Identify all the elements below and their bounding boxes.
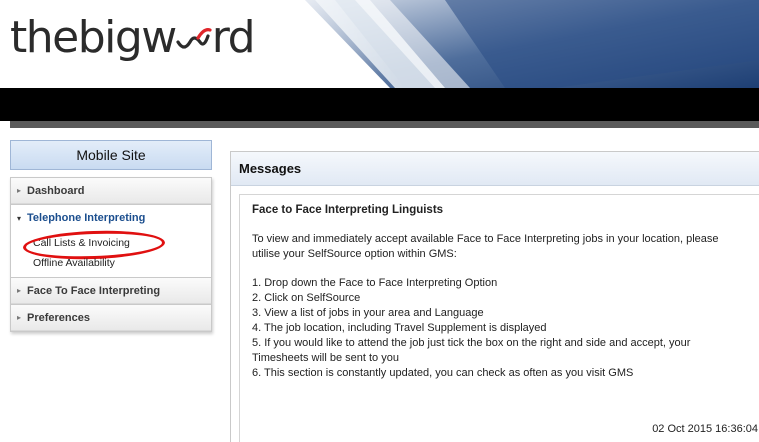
messages-panel: Messages Face to Face Interpreting Lingu… [230, 151, 759, 442]
mobile-site-label: Mobile Site [76, 147, 146, 163]
header-black-bar [0, 88, 759, 121]
logo-swoosh-icon [176, 28, 212, 49]
chevron-right-icon: ▸ [17, 186, 22, 195]
menu-header-dashboard[interactable]: ▸ Dashboard [11, 178, 211, 204]
menu-header-label: Preferences [27, 311, 90, 324]
menu-header-label: Dashboard [27, 184, 85, 197]
menu-header-label: Face To Face Interpreting [27, 284, 161, 297]
chevron-right-icon: ▸ [17, 286, 22, 295]
chevron-down-icon: ▾ [17, 213, 22, 223]
message-title: Face to Face Interpreting Linguists [252, 204, 444, 216]
message-step: 5. If you would like to attend the job j… [252, 337, 691, 349]
messages-panel-title: Messages [239, 161, 302, 176]
logo-text-suffix: rd [211, 12, 256, 63]
menu-item-offline-availability[interactable]: Offline Availability [11, 253, 211, 273]
message-step: 2. Click on SelfSource [252, 292, 361, 304]
mobile-site-button[interactable]: Mobile Site [10, 140, 212, 170]
menu-section-dashboard: ▸ Dashboard [11, 178, 211, 205]
message-date: 02 Oct 2015 16:36:04 [652, 423, 758, 435]
message-body: Face to Face Interpreting Linguists To v… [239, 194, 759, 442]
message-step: 6. This section is constantly updated, y… [252, 367, 634, 379]
message-steps: 1. Drop down the Face to Face Interpreti… [252, 276, 759, 381]
menu-item-label: Call Lists & Invoicing [33, 237, 130, 249]
message-intro: To view and immediately accept available… [252, 232, 759, 262]
sidebar-menu: ▸ Dashboard ▾ Telephone Interpreting Cal… [10, 177, 212, 332]
message-step: 4. The job location, including Travel Su… [252, 322, 547, 334]
message-intro-line: utilise your SelfSource option within GM… [252, 248, 457, 260]
menu-header-telephone-interpreting[interactable]: ▾ Telephone Interpreting [11, 205, 211, 231]
header-grey-bar [10, 121, 759, 128]
message-step: 3. View a list of jobs in your area and … [252, 307, 484, 319]
menu-header-label: Telephone Interpreting [27, 212, 146, 224]
menu-items-telephone: Call Lists & Invoicing Offline Availabil… [11, 231, 211, 277]
menu-item-label: Offline Availability [33, 257, 115, 269]
message-intro-line: To view and immediately accept available… [252, 233, 719, 245]
menu-section-preferences: ▸ Preferences [11, 305, 211, 331]
menu-header-preferences[interactable]: ▸ Preferences [11, 305, 211, 331]
menu-section-telephone-interpreting: ▾ Telephone Interpreting Call Lists & In… [11, 205, 211, 278]
header-banner-graphic [295, 0, 759, 88]
message-step: Timesheets will be sent to you [252, 352, 399, 364]
menu-item-call-lists-invoicing[interactable]: Call Lists & Invoicing [11, 233, 211, 253]
message-step: 1. Drop down the Face to Face Interpreti… [252, 277, 498, 289]
chevron-right-icon: ▸ [17, 313, 22, 322]
menu-section-face-to-face: ▸ Face To Face Interpreting [11, 278, 211, 305]
logo-text-prefix: thebigw [10, 12, 177, 63]
site-logo[interactable]: thebigw rd [10, 12, 256, 64]
menu-header-face-to-face-interpreting[interactable]: ▸ Face To Face Interpreting [11, 278, 211, 304]
messages-panel-header: Messages [231, 152, 759, 186]
site-header: thebigw rd [0, 0, 759, 88]
